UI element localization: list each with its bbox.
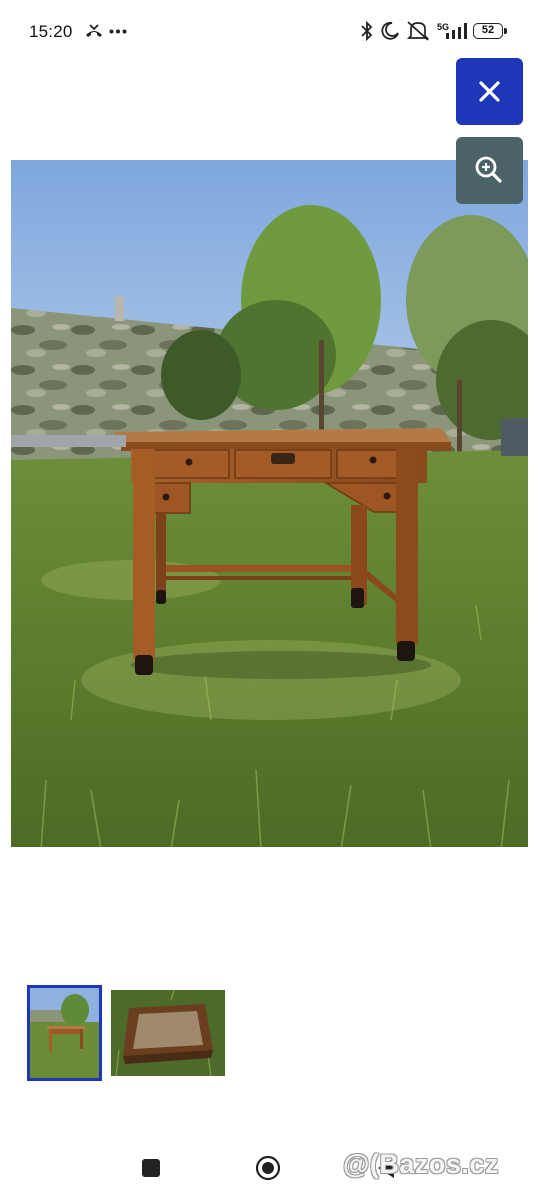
mute-icon [406,21,430,41]
close-button[interactable] [456,58,523,125]
desk-photo-image [11,160,528,847]
thumbnail-1-selected[interactable] [27,985,102,1081]
home-circle-icon[interactable] [255,1155,281,1181]
battery-icon: 52 [473,23,507,39]
thumbnail-2[interactable] [111,990,225,1076]
watermark: @(Bazos.cz [343,1149,499,1179]
thumbnail-desktop-closeup-image [111,990,225,1076]
signal-icon [446,23,467,39]
zoom-in-button[interactable] [456,137,523,204]
missed-call-icon [86,24,102,37]
recents-square-icon[interactable] [142,1159,160,1177]
status-time: 15:20 [29,22,73,41]
zoom-in-icon [475,156,502,183]
status-bar: 15:20 5G 52 [0,0,539,64]
more-dots-icon [109,29,127,34]
bluetooth-icon [361,21,373,41]
close-icon [479,81,500,102]
moon-icon [381,21,399,40]
main-photo[interactable] [11,160,528,847]
thumbnail-desk-image [30,988,99,1078]
